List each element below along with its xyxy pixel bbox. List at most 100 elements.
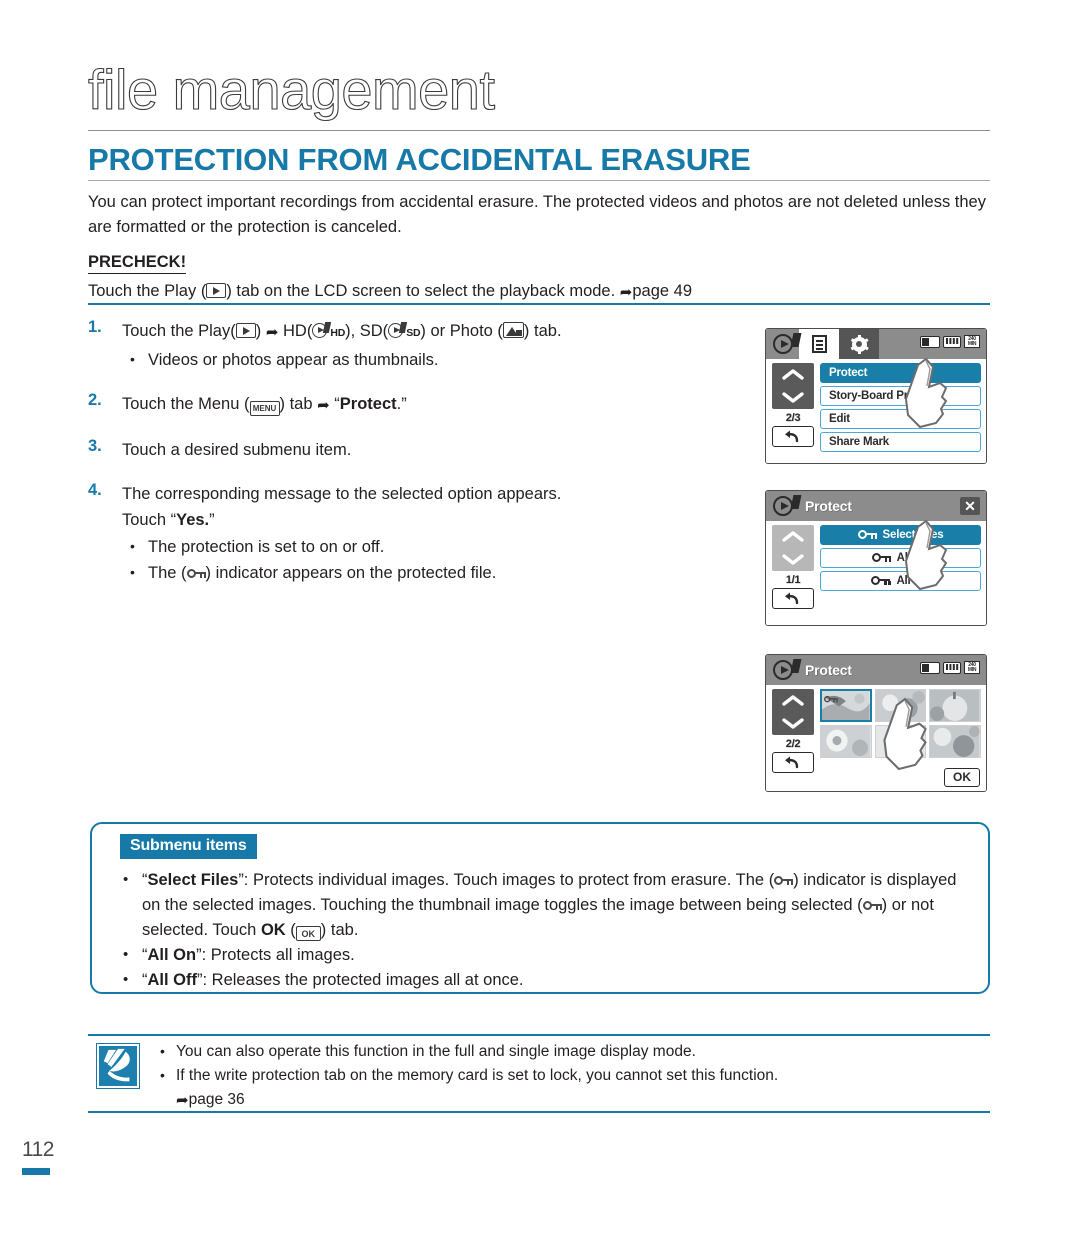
tab-document[interactable] [799, 329, 839, 359]
page-indicator: 2/3 [785, 412, 801, 424]
menu-item-all-off[interactable]: All Off [820, 571, 981, 591]
note-item-1: You can also operate this function in th… [152, 1039, 990, 1064]
step-4: 4. The corresponding message to the sele… [88, 481, 748, 586]
menu-item-label: Story-Board Print [829, 390, 922, 402]
time-remaining-chip: 240 MIN [964, 335, 980, 348]
menu-item-label: Select Files [882, 529, 944, 541]
submenu-desc-b: ”: Protects individual images. Touch ima… [238, 871, 775, 889]
menu-item-edit[interactable]: Edit [820, 409, 981, 429]
lcd-title: Protect [805, 498, 852, 514]
submenu-ok-term: OK [260, 921, 286, 939]
intro-paragraph: You can protect important recordings fro… [88, 193, 986, 236]
menu-item-protect[interactable]: Protect [820, 363, 981, 383]
menu-item-label: Edit [829, 413, 850, 425]
play-icon [235, 323, 256, 338]
step-3: 3. Touch a desired submenu item. [88, 437, 748, 463]
step-4-number: 4. [88, 481, 102, 499]
close-icon[interactable]: ✕ [960, 497, 980, 515]
step-3-body: Touch a desired submenu item. [122, 441, 352, 459]
thumbnail-item[interactable] [874, 689, 927, 722]
step-2-bold: Protect [339, 395, 397, 413]
key-icon [857, 530, 877, 541]
step-2-body: Touch the Menu (MENU) tab ➦ “Protect.” [122, 391, 748, 419]
page-number-bar [22, 1168, 50, 1175]
submenu-term: Select Files [147, 871, 239, 889]
arrow-icon: ➦ [265, 324, 279, 341]
scroll-up-button[interactable] [772, 689, 814, 712]
step-1-bullet-1: Videos or photos appear as thumbnails. [122, 346, 748, 373]
submenu-item-all-on: “All On”: Protects all images. [114, 942, 970, 968]
menu-item-all-on[interactable]: All On [820, 548, 981, 568]
menu-item-label: Share Mark [829, 436, 890, 448]
battery-icon [920, 661, 940, 674]
step-2: 2. Touch the Menu (MENU) tab ➦ “Protect.… [88, 391, 748, 419]
hd-play-icon [312, 322, 332, 339]
step-2-text-c: “ [329, 395, 340, 413]
lcd-menu-nav: 2/3 [772, 363, 814, 447]
play-film-icon [773, 333, 802, 355]
step-4-bullets: The protection is set to on or off. The … [122, 533, 748, 586]
lcd-menu-body: 2/3 Protect Story-Board Print Edit Share… [766, 357, 986, 463]
section-divider [88, 180, 990, 181]
thumbnail-item[interactable] [929, 725, 981, 758]
submenu-item-all-off: “All Off”: Releases the protected images… [114, 967, 970, 993]
scroll-up-button[interactable] [772, 363, 814, 386]
lcd-thumbnails-titlebar: Protect 240 MIN [766, 655, 986, 685]
scroll-down-button[interactable] [772, 386, 814, 409]
note-text: You can also operate this function in th… [152, 1039, 990, 1112]
step-1-text-d: ), SD( [345, 322, 389, 340]
lcd-protect-thumbnails-screen: Protect 240 MIN 2/2 OK [765, 654, 987, 792]
menu-item-share-mark[interactable]: Share Mark [820, 432, 981, 452]
thumbnail-item[interactable] [929, 689, 981, 722]
key-icon [871, 576, 891, 587]
status-indicators: 240 MIN [920, 335, 980, 348]
step-1-body: Touch the Play() ➦ HD(HD), SD(SD) or Pho… [122, 318, 748, 373]
battery-level-icon [943, 335, 961, 348]
precheck-divider [88, 303, 990, 305]
step-1: 1. Touch the Play() ➦ HD(HD), SD(SD) or … [88, 318, 748, 373]
note-page-ref-row: ➦page 36 [152, 1088, 990, 1112]
step-2-text-a: Touch the Menu ( [122, 395, 250, 413]
step-2-number: 2. [88, 391, 102, 409]
scroll-down-button[interactable] [772, 548, 814, 571]
chapter-title: file management [87, 58, 495, 121]
step-1-text-c: HD( [278, 322, 313, 340]
step-1-number: 1. [88, 318, 102, 336]
nav-arrows [772, 363, 814, 409]
page-ref-arrow-icon: ➦ [176, 1092, 189, 1109]
submenu-items-box: Submenu items “Select Files”: Protects i… [90, 822, 990, 994]
step-4-text-a: The corresponding message to the selecte… [122, 485, 562, 503]
gear-icon [850, 334, 869, 354]
protect-key-icon [862, 900, 882, 911]
ok-button[interactable]: OK [944, 768, 980, 787]
step-1-text-b: ) [255, 322, 266, 340]
lcd-protect-options-body: 1/1 Select Files All On All Off [766, 519, 986, 625]
back-button[interactable] [772, 426, 814, 447]
thumbnail-item[interactable] [874, 725, 927, 758]
protect-key-icon [824, 693, 838, 706]
play-icon [206, 283, 227, 298]
precheck-text: Touch the Play () tab on the LCD screen … [88, 280, 990, 304]
key-icon [871, 553, 891, 564]
scroll-up-button[interactable] [772, 525, 814, 548]
lcd-protect-items: Select Files All On All Off [820, 525, 981, 594]
step-4-bold: Yes. [176, 511, 210, 529]
note-icon [96, 1043, 140, 1089]
submenu-items-list: “Select Files”: Protects individual imag… [114, 867, 970, 993]
back-button[interactable] [772, 588, 814, 609]
lcd-menu-items: Protect Story-Board Print Edit Share Mar… [820, 363, 981, 455]
menu-item-select-files[interactable]: Select Files [820, 525, 981, 545]
page-indicator: 1/1 [785, 574, 801, 586]
tab-settings[interactable] [839, 329, 879, 359]
step-4-body: The corresponding message to the selecte… [122, 481, 748, 586]
thumbnail-item[interactable] [820, 689, 872, 722]
back-button[interactable] [772, 752, 814, 773]
ok-icon: OK [295, 926, 321, 941]
thumbnail-item[interactable] [820, 725, 872, 758]
submenu-badge: Submenu items [120, 834, 257, 859]
lcd-titlebar-right: ✕ [960, 497, 980, 515]
menu-item-story-board-print[interactable]: Story-Board Print [820, 386, 981, 406]
scroll-down-button[interactable] [772, 712, 814, 735]
page-number: 112 [22, 1138, 54, 1161]
step-4-bullet-2-b: ) indicator appears on the protected fil… [205, 564, 497, 582]
